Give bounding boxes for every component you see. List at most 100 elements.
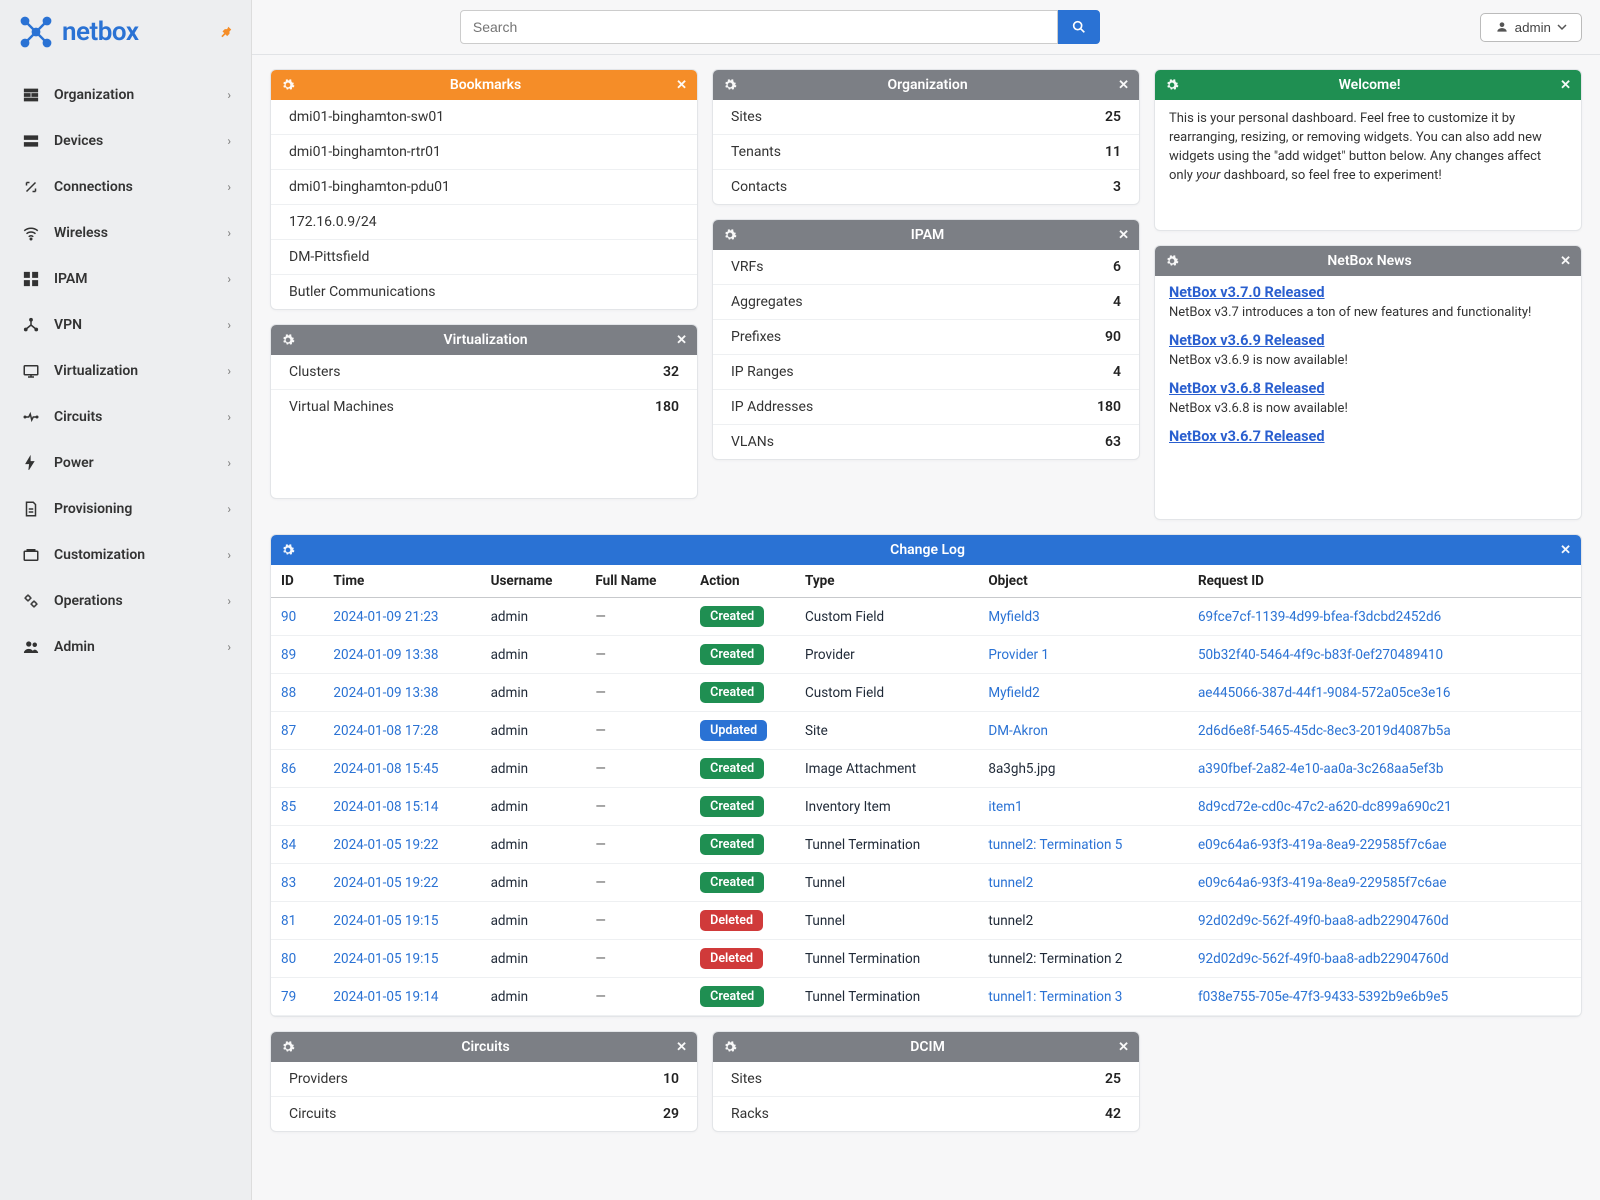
column-header[interactable]: Object: [978, 565, 1188, 598]
list-item[interactable]: Clusters32: [271, 355, 697, 390]
object-link[interactable]: tunnel1: Termination 3: [988, 989, 1122, 1005]
list-item[interactable]: Providers10: [271, 1062, 697, 1097]
time-link[interactable]: 2024-01-08 15:45: [333, 761, 438, 777]
gear-icon[interactable]: [281, 78, 295, 92]
close-icon[interactable]: ✕: [1560, 543, 1571, 558]
gear-icon[interactable]: [281, 333, 295, 347]
gear-icon[interactable]: [723, 228, 737, 242]
column-header[interactable]: Username: [481, 565, 586, 598]
nav-item-circuits[interactable]: Circuits›: [0, 394, 251, 440]
id-link[interactable]: 81: [281, 913, 296, 929]
time-link[interactable]: 2024-01-05 19:15: [333, 913, 438, 929]
nav-item-operations[interactable]: Operations›: [0, 578, 251, 624]
id-link[interactable]: 90: [281, 609, 296, 625]
id-link[interactable]: 88: [281, 685, 296, 701]
gear-icon[interactable]: [723, 78, 737, 92]
list-item[interactable]: Contacts3: [713, 170, 1139, 204]
list-item[interactable]: Aggregates4: [713, 285, 1139, 320]
id-link[interactable]: 86: [281, 761, 296, 777]
time-link[interactable]: 2024-01-05 19:14: [333, 989, 438, 1005]
request-id-link[interactable]: a390fbef-2a82-4e10-aa0a-3c268aa5ef3b: [1198, 761, 1444, 777]
time-link[interactable]: 2024-01-09 13:38: [333, 647, 438, 663]
id-link[interactable]: 84: [281, 837, 296, 853]
column-header[interactable]: Full Name: [585, 565, 690, 598]
column-header[interactable]: Action: [690, 565, 795, 598]
request-id-link[interactable]: 2d6d6e8f-5465-45dc-8ec3-2019d4087b5a: [1198, 723, 1451, 739]
request-id-link[interactable]: 69fce7cf-1139-4d99-bfea-f3dcbd2452d6: [1198, 609, 1441, 625]
object-link[interactable]: Myfield2: [988, 685, 1039, 701]
id-link[interactable]: 83: [281, 875, 296, 891]
news-headline-link[interactable]: NetBox v3.7.0 Released: [1169, 284, 1325, 301]
list-item[interactable]: IP Addresses180: [713, 390, 1139, 425]
nav-item-organization[interactable]: Organization›: [0, 72, 251, 118]
search-input[interactable]: [460, 10, 1058, 44]
close-icon[interactable]: ✕: [1118, 228, 1129, 243]
object-link[interactable]: tunnel2: Termination 5: [988, 837, 1122, 853]
id-link[interactable]: 85: [281, 799, 296, 815]
bookmark-item[interactable]: dmi01-binghamton-rtr01: [271, 135, 697, 170]
nav-item-customization[interactable]: Customization›: [0, 532, 251, 578]
object-link[interactable]: item1: [988, 799, 1022, 815]
gear-icon[interactable]: [1165, 254, 1179, 268]
close-icon[interactable]: ✕: [676, 78, 687, 93]
column-header[interactable]: Type: [795, 565, 978, 598]
gear-icon[interactable]: [723, 1040, 737, 1054]
gear-icon[interactable]: [281, 543, 295, 557]
column-header[interactable]: Time: [323, 565, 480, 598]
nav-item-vpn[interactable]: VPN›: [0, 302, 251, 348]
nav-item-devices[interactable]: Devices›: [0, 118, 251, 164]
gear-icon[interactable]: [281, 1040, 295, 1054]
nav-item-ipam[interactable]: IPAM›: [0, 256, 251, 302]
nav-item-provisioning[interactable]: Provisioning›: [0, 486, 251, 532]
nav-item-connections[interactable]: Connections›: [0, 164, 251, 210]
time-link[interactable]: 2024-01-05 19:22: [333, 875, 438, 891]
column-header[interactable]: Request ID: [1188, 565, 1581, 598]
list-item[interactable]: VLANs63: [713, 425, 1139, 459]
id-link[interactable]: 80: [281, 951, 296, 967]
nav-item-power[interactable]: Power›: [0, 440, 251, 486]
list-item[interactable]: IP Ranges4: [713, 355, 1139, 390]
bookmark-item[interactable]: DM-Pittsfield: [271, 240, 697, 275]
nav-item-admin[interactable]: Admin›: [0, 624, 251, 670]
time-link[interactable]: 2024-01-05 19:22: [333, 837, 438, 853]
search-button[interactable]: [1058, 10, 1100, 44]
list-item[interactable]: Sites25: [713, 100, 1139, 135]
time-link[interactable]: 2024-01-08 17:28: [333, 723, 438, 739]
news-headline-link[interactable]: NetBox v3.6.7 Released: [1169, 428, 1325, 445]
id-link[interactable]: 89: [281, 647, 296, 663]
list-item[interactable]: Racks42: [713, 1097, 1139, 1131]
request-id-link[interactable]: 92d02d9c-562f-49f0-baa8-adb22904760d: [1198, 951, 1449, 967]
close-icon[interactable]: ✕: [1118, 78, 1129, 93]
object-link[interactable]: Provider 1: [988, 647, 1049, 663]
news-headline-link[interactable]: NetBox v3.6.8 Released: [1169, 380, 1325, 397]
request-id-link[interactable]: 92d02d9c-562f-49f0-baa8-adb22904760d: [1198, 913, 1449, 929]
bookmark-item[interactable]: Butler Communications: [271, 275, 697, 309]
request-id-link[interactable]: e09c64a6-93f3-419a-8ea9-229585f7c6ae: [1198, 875, 1447, 891]
list-item[interactable]: Tenants11: [713, 135, 1139, 170]
list-item[interactable]: Prefixes90: [713, 320, 1139, 355]
nav-item-wireless[interactable]: Wireless›: [0, 210, 251, 256]
column-header[interactable]: ID: [271, 565, 323, 598]
time-link[interactable]: 2024-01-05 19:15: [333, 951, 438, 967]
close-icon[interactable]: ✕: [1560, 78, 1571, 93]
request-id-link[interactable]: 8d9cd72e-cd0c-47c2-a620-dc899a690c21: [1198, 799, 1452, 815]
request-id-link[interactable]: ae445066-387d-44f1-9084-572a05ce3e16: [1198, 685, 1451, 701]
news-headline-link[interactable]: NetBox v3.6.9 Released: [1169, 332, 1325, 349]
list-item[interactable]: Virtual Machines180: [271, 390, 697, 424]
request-id-link[interactable]: f038e755-705e-47f3-9433-5392b9e6b9e5: [1198, 989, 1448, 1005]
list-item[interactable]: Circuits29: [271, 1097, 697, 1131]
bookmark-item[interactable]: dmi01-binghamton-sw01: [271, 100, 697, 135]
request-id-link[interactable]: e09c64a6-93f3-419a-8ea9-229585f7c6ae: [1198, 837, 1447, 853]
object-link[interactable]: tunnel2: [988, 875, 1033, 891]
close-icon[interactable]: ✕: [1560, 254, 1571, 269]
id-link[interactable]: 79: [281, 989, 296, 1005]
time-link[interactable]: 2024-01-09 13:38: [333, 685, 438, 701]
user-menu-button[interactable]: admin: [1480, 13, 1582, 42]
bookmark-item[interactable]: 172.16.0.9/24: [271, 205, 697, 240]
request-id-link[interactable]: 50b32f40-5464-4f9c-b83f-0ef270489410: [1198, 647, 1443, 663]
close-icon[interactable]: ✕: [1118, 1040, 1129, 1055]
bookmark-item[interactable]: dmi01-binghamton-pdu01: [271, 170, 697, 205]
list-item[interactable]: Sites25: [713, 1062, 1139, 1097]
nav-item-virtualization[interactable]: Virtualization›: [0, 348, 251, 394]
pin-icon[interactable]: [219, 25, 233, 39]
